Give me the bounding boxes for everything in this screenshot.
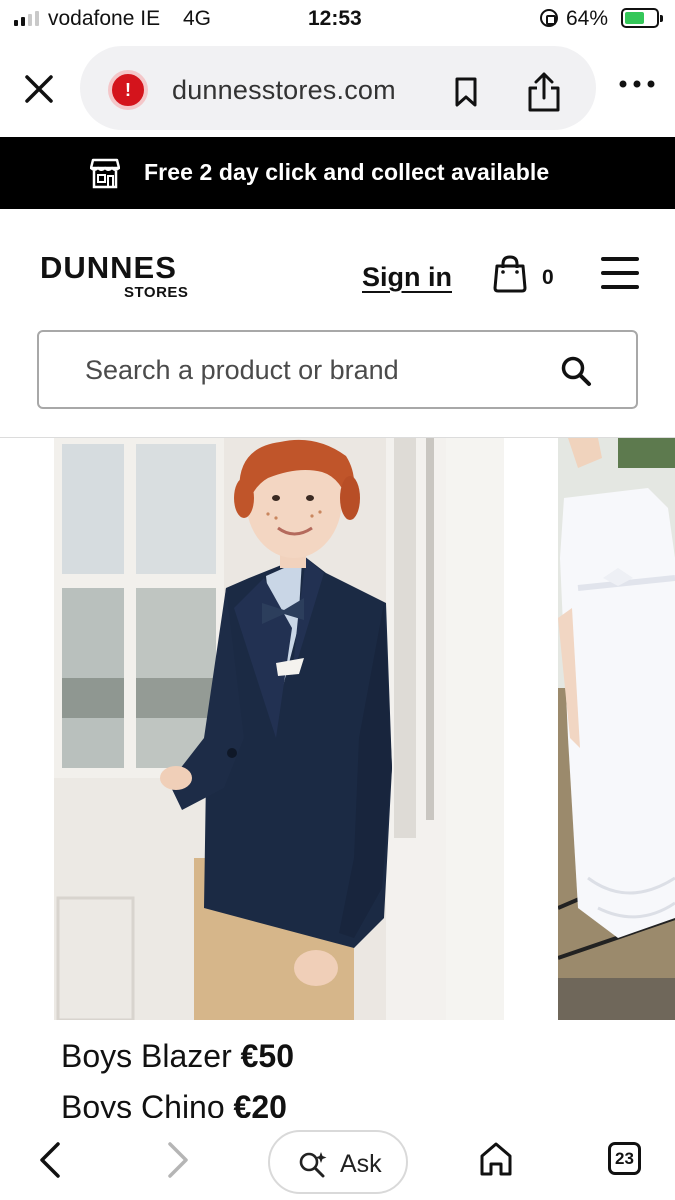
warning-icon[interactable]: ! xyxy=(108,70,148,110)
url-text[interactable]: dunnesstores.com xyxy=(172,75,396,106)
product-image-boys-blazer[interactable] xyxy=(54,438,504,1020)
network-type: 4G xyxy=(183,7,212,30)
close-icon[interactable] xyxy=(22,72,56,106)
search-input[interactable] xyxy=(85,352,545,388)
product-price: €50 xyxy=(240,1038,295,1074)
ask-label: Ask xyxy=(340,1150,382,1178)
tabs-icon[interactable]: 23 xyxy=(608,1142,641,1175)
browser-toolbar: ! dunnesstores.com xyxy=(0,40,675,132)
forward-icon[interactable] xyxy=(162,1140,192,1180)
product-name: Boys Blazer xyxy=(61,1038,232,1074)
promo-banner[interactable]: Free 2 day click and collect available xyxy=(0,137,675,209)
product-caption-1[interactable]: Boys Blazer €50 xyxy=(61,1038,294,1075)
bag-count: 0 xyxy=(542,266,554,289)
logo-main-text: DUNNES xyxy=(40,250,177,285)
signal-icon xyxy=(14,10,39,26)
bag-icon[interactable] xyxy=(492,254,528,294)
search-icon[interactable] xyxy=(559,354,593,388)
home-icon[interactable] xyxy=(478,1140,514,1178)
ask-button[interactable]: Ask xyxy=(268,1130,408,1194)
logo-sub-text: STORES xyxy=(124,284,189,301)
product-image-communion-dress[interactable] xyxy=(558,438,675,1020)
bookmark-icon[interactable] xyxy=(452,76,480,108)
battery-charging-icon xyxy=(621,8,663,28)
battery-percentage: 64% xyxy=(566,7,609,30)
orientation-lock-icon xyxy=(540,9,558,27)
sign-in-link[interactable]: Sign in xyxy=(362,262,452,293)
ask-sparkle-icon xyxy=(299,1152,327,1178)
menu-icon[interactable] xyxy=(601,257,639,291)
dunnes-stores-logo[interactable]: DUNNES STORES xyxy=(40,250,188,301)
address-bar[interactable]: ! dunnesstores.com xyxy=(80,46,596,130)
carrier-name: vodafone IE xyxy=(48,7,161,30)
status-bar: vodafone IE 4G 12:53 64% xyxy=(0,0,675,38)
store-icon xyxy=(90,158,120,189)
browser-bottom-bar: Ask 23 xyxy=(0,1118,675,1200)
more-icon[interactable] xyxy=(617,74,657,94)
share-icon[interactable] xyxy=(524,70,564,114)
search-box[interactable] xyxy=(37,330,638,409)
boys-blazer-photo xyxy=(54,438,504,1020)
communion-dress-photo xyxy=(558,438,675,1020)
clock: 12:53 xyxy=(308,7,362,30)
back-icon[interactable] xyxy=(36,1140,66,1180)
promo-text: Free 2 day click and collect available xyxy=(144,159,550,185)
